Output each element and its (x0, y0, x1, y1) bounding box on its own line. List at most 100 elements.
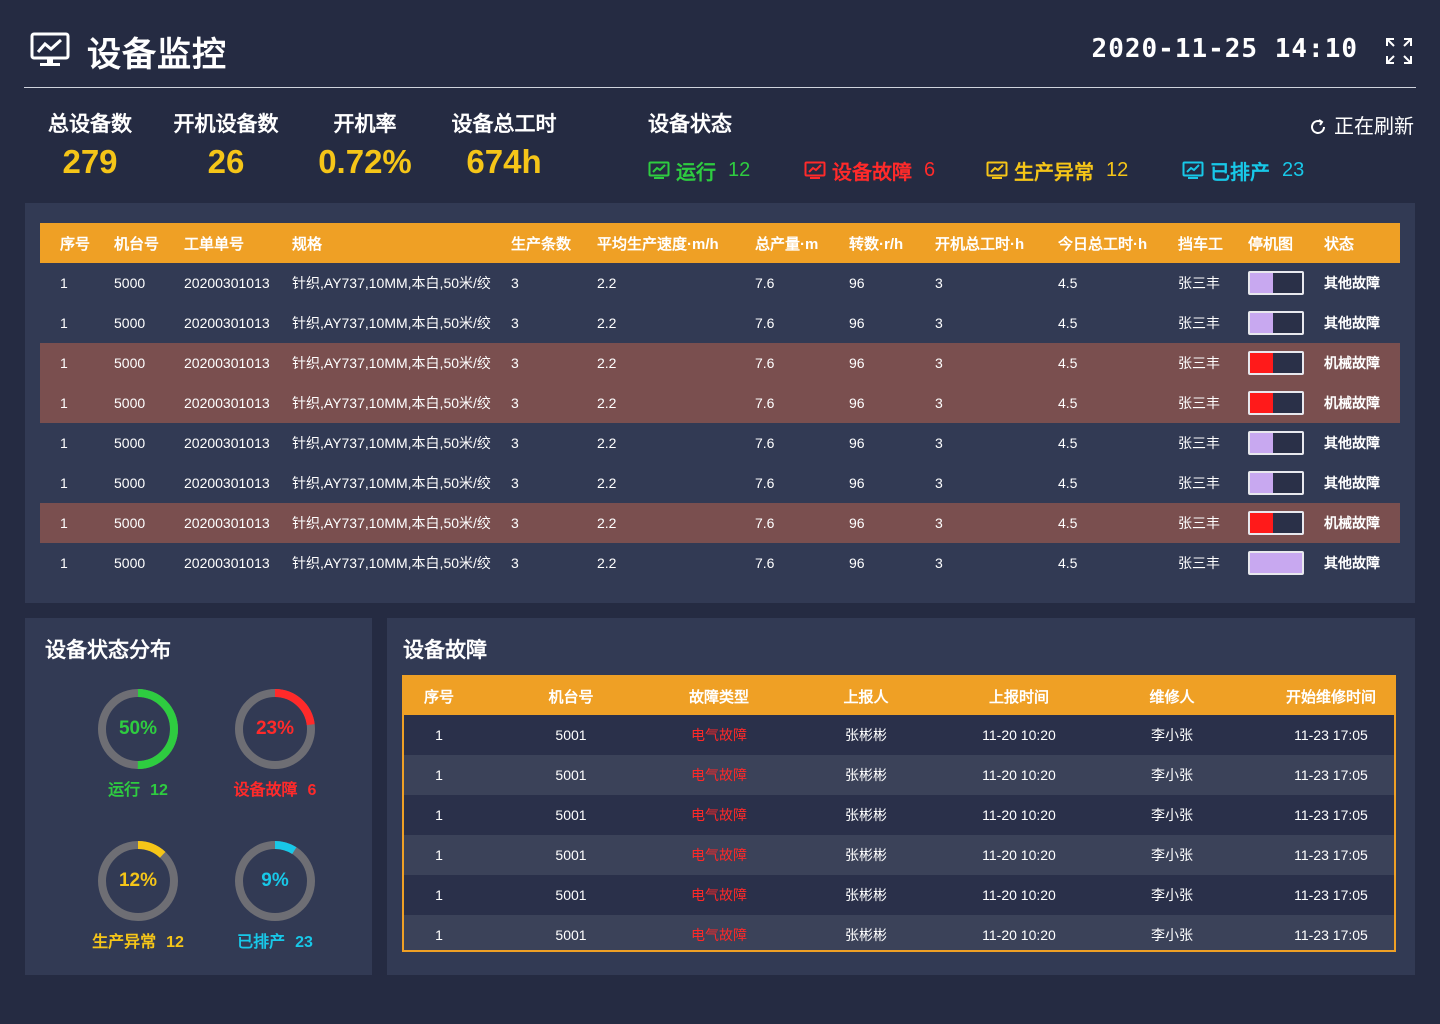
fault-row[interactable]: 1 5001 电气故障 张彬彬 11-20 10:20 李小张 11-23 17:05 (404, 795, 1394, 835)
datetime-display: 2020-11-25 14:10 (1091, 34, 1358, 64)
fault-cell-seq: 1 (404, 795, 474, 835)
fault-row[interactable]: 1 5001 电气故障 张彬彬 11-20 10:20 李小张 11-23 17:05 (404, 755, 1394, 795)
cell-order: 20200301013 (184, 475, 270, 491)
fault-cell-repair-time: 11-23 17:05 (1268, 755, 1394, 795)
cell-output: 7.6 (755, 435, 775, 451)
fault-cell-repair-time: 11-23 17:05 (1268, 835, 1394, 875)
fault-row[interactable]: 1 5001 电气故障 张彬彬 11-20 10:20 李小张 11-23 17:05 (404, 835, 1394, 875)
fault-column-header: 上报时间 (962, 677, 1076, 715)
donut-legend: 生产异常 12 (68, 928, 208, 952)
cell-output: 7.6 (755, 383, 849, 423)
column-header: 今日总工时·h (1058, 223, 1178, 263)
cell-count: 3 (511, 503, 597, 543)
cell-output: 7.6 (755, 275, 775, 291)
cell-total_hours: 3 (935, 475, 943, 491)
cell-stop-chart (1248, 303, 1324, 343)
cell-speed: 2.2 (597, 475, 617, 491)
stop-chart-bar[interactable] (1248, 311, 1304, 335)
status-item[interactable]: 运行 12 (648, 156, 750, 185)
cell-machine: 5000 (114, 475, 146, 491)
cell-spec: 针织,AY737,10MM,本白,50米/绞 (292, 383, 511, 423)
stop-chart-bar[interactable] (1248, 471, 1304, 495)
table-row[interactable]: 1 5000 20200301013 针织,AY737,10MM,本白,50米/绞 3 2… (40, 423, 1400, 463)
cell-today_hours: 4.5 (1058, 383, 1178, 423)
monitor-chart-icon (986, 161, 1008, 179)
cell-output: 7.6 (755, 503, 849, 543)
stop-chart-bar[interactable] (1248, 511, 1304, 535)
stop-chart-bar[interactable] (1248, 551, 1304, 575)
refresh-button[interactable]: 正在刷新 (1308, 108, 1414, 146)
donut-label: 设备故障 (233, 782, 298, 799)
distribution-title: 设备状态分布 (45, 639, 171, 662)
fault-row[interactable]: 1 5001 电气故障 张彬彬 11-20 10:20 李小张 11-23 17:05 (404, 715, 1394, 755)
cell-output: 7.6 (755, 555, 775, 571)
fault-cell-type: 电气故障 (668, 875, 770, 915)
table-row[interactable]: 1 5000 20200301013 针织,AY737,10MM,本白,50米/绞 3 2… (40, 303, 1400, 343)
fault-cell-report-time: 11-20 10:20 (962, 835, 1076, 875)
stop-chart-bar[interactable] (1248, 351, 1304, 375)
fault-cell-type: 电气故障 (668, 835, 770, 875)
fault-cell-repair-time: 11-23 17:05 (1268, 875, 1394, 915)
cell-seq: 1 (60, 555, 68, 571)
cell-seq: 1 (60, 475, 68, 491)
cell-status: 机械故障 (1324, 503, 1400, 543)
table-row[interactable]: 1 5000 20200301013 针织,AY737,10MM,本白,50米/绞 3 2… (40, 503, 1400, 543)
status-count: 23 (1282, 159, 1305, 181)
table-row[interactable]: 1 5000 20200301013 针织,AY737,10MM,本白,50米/绞 3 2… (40, 343, 1400, 383)
fault-row[interactable]: 1 5001 电气故障 张彬彬 11-20 10:20 李小张 11-23 17:05 (404, 875, 1394, 915)
donut-legend: 运行 12 (68, 776, 208, 800)
table-row[interactable]: 1 5000 20200301013 针织,AY737,10MM,本白,50米/绞 3 2… (40, 383, 1400, 423)
status-item[interactable]: 生产异常 12 (986, 156, 1128, 185)
cell-count: 3 (511, 475, 519, 491)
cell-count: 3 (511, 343, 597, 383)
fullscreen-icon[interactable] (1386, 38, 1412, 64)
cell-spec: 针织,AY737,10MM,本白,50米/绞 (292, 343, 511, 383)
donut-count: 6 (307, 782, 317, 799)
cell-worker: 张三丰 (1178, 343, 1248, 383)
fault-cell-report-time: 11-20 10:20 (962, 715, 1076, 755)
cell-machine: 5000 (114, 555, 146, 571)
cell-rpm: 96 (849, 503, 935, 543)
column-header: 机台号 (114, 223, 184, 263)
cell-seq: 1 (40, 343, 114, 383)
stat-run-rate: 开机率 0.72% (305, 108, 425, 182)
column-header: 状态 (1324, 223, 1400, 263)
status-item[interactable]: 设备故障 6 (804, 156, 935, 185)
cell-spec: 针织,AY737,10MM,本白,50米/绞 (292, 435, 491, 451)
fault-cell-reporter: 张彬彬 (770, 915, 962, 950)
cell-stop-chart (1248, 423, 1324, 463)
fault-cell-report-time: 11-20 10:20 (962, 915, 1076, 950)
cell-spec: 针织,AY737,10MM,本白,50米/绞 (292, 503, 511, 543)
table-row[interactable]: 1 5000 20200301013 针织,AY737,10MM,本白,50米/绞 3 2… (40, 463, 1400, 503)
stop-chart-bar[interactable] (1248, 431, 1304, 455)
fault-cell-repairer: 李小张 (1076, 915, 1268, 950)
donut-chart: 12% (93, 836, 183, 926)
fault-cell-reporter: 张彬彬 (770, 755, 962, 795)
status-item[interactable]: 已排产 23 (1182, 156, 1304, 185)
cell-order: 20200301013 (184, 315, 270, 331)
fault-cell-repairer: 李小张 (1076, 755, 1268, 795)
fault-cell-reporter: 张彬彬 (770, 835, 962, 875)
table-row[interactable]: 1 5000 20200301013 针织,AY737,10MM,本白,50米/绞 3 2… (40, 263, 1400, 303)
cell-count: 3 (511, 555, 519, 571)
fault-cell-type: 电气故障 (668, 755, 770, 795)
cell-seq: 1 (40, 383, 114, 423)
fault-cell-seq: 1 (404, 755, 474, 795)
cell-status: 其他故障 (1324, 475, 1380, 491)
cell-stop-chart (1248, 343, 1324, 383)
stat-value: 26 (207, 143, 245, 180)
fault-cell-type: 电气故障 (668, 715, 770, 755)
stop-chart-bar[interactable] (1248, 271, 1304, 295)
cell-order: 20200301013 (184, 435, 270, 451)
cell-speed: 2.2 (597, 383, 755, 423)
donut-count: 23 (295, 934, 313, 951)
fault-cell-repair-time: 11-23 17:05 (1268, 915, 1394, 950)
cell-machine: 5000 (114, 503, 184, 543)
table-row[interactable]: 1 5000 20200301013 针织,AY737,10MM,本白,50米/绞 3 2… (40, 543, 1400, 583)
fault-row[interactable]: 1 5001 电气故障 张彬彬 11-20 10:20 李小张 11-23 17:05 (404, 915, 1394, 950)
monitor-chart-icon (804, 161, 826, 179)
table-header-row: 序号 机台号 工单单号 规格 生产条数 平均生产速度·m/h 总产量·m 转数·r/h 开机总工… (40, 223, 1400, 263)
status-label: 运行 (676, 162, 716, 184)
stop-chart-bar[interactable] (1248, 391, 1304, 415)
cell-total_hours: 3 (935, 343, 1058, 383)
